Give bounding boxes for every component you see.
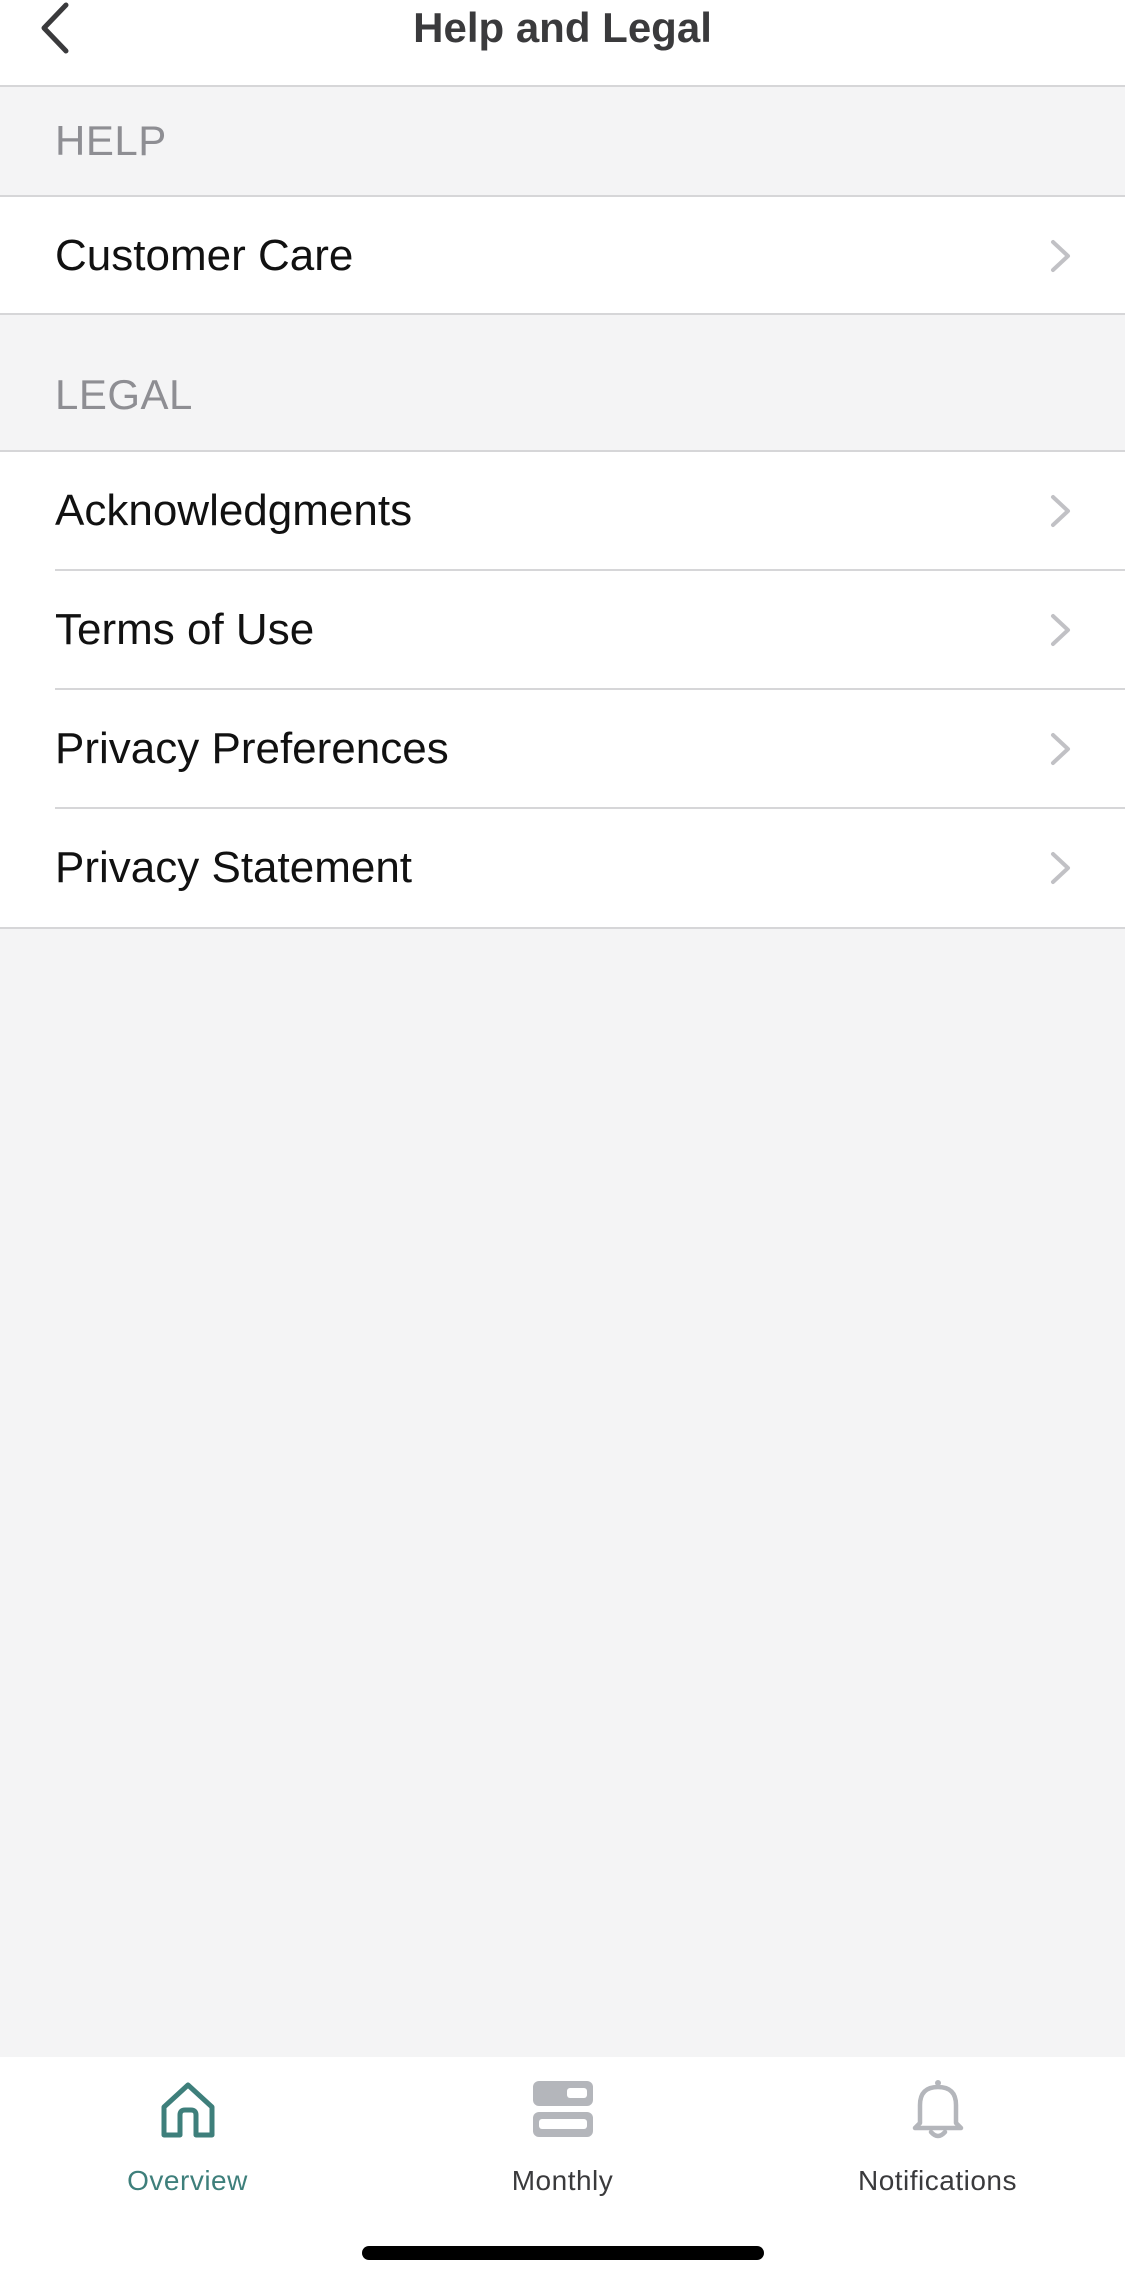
section-title-legal: LEGAL	[55, 371, 193, 418]
list-item-label: Privacy Preferences	[55, 724, 449, 773]
chevron-right-icon	[1051, 495, 1070, 527]
tab-overview[interactable]: Overview	[0, 2057, 375, 2207]
chevron-right-icon	[1051, 240, 1070, 272]
tab-monthly[interactable]: Monthly	[375, 2057, 750, 2207]
chevron-right-icon	[1051, 852, 1070, 884]
section-title-help: HELP	[55, 117, 167, 164]
chevron-right-icon	[1051, 614, 1070, 646]
section-header-help: HELP	[0, 87, 1125, 197]
page-title: Help and Legal	[413, 4, 712, 51]
section-header-legal: LEGAL	[0, 315, 1125, 452]
list-item-customer-care[interactable]: Customer Care	[0, 197, 1125, 315]
list-item-label: Terms of Use	[55, 605, 315, 654]
row-separator	[0, 927, 1125, 929]
home-icon	[161, 2082, 214, 2138]
tab-label: Notifications	[857, 2165, 1017, 2196]
tab-label: Overview	[127, 2165, 248, 2196]
tab-notifications[interactable]: Notifications	[750, 2057, 1125, 2207]
home-indicator	[362, 2246, 764, 2260]
chevron-right-icon	[1051, 733, 1070, 765]
list-item-privacy-preferences[interactable]: Privacy Preferences	[0, 690, 1125, 809]
list-item-privacy-statement[interactable]: Privacy Statement	[0, 809, 1125, 929]
bell-icon	[912, 2080, 963, 2139]
list-item-acknowledgments[interactable]: Acknowledgments	[0, 452, 1125, 571]
list-item-label: Customer Care	[55, 231, 354, 280]
list-item-terms-of-use[interactable]: Terms of Use	[0, 571, 1125, 690]
tab-label: Monthly	[511, 2165, 614, 2196]
list-item-label: Privacy Statement	[55, 843, 413, 892]
navigation-bar: Help and Legal	[0, 0, 1125, 87]
list-item-label: Acknowledgments	[55, 486, 413, 535]
monthly-icon	[532, 2081, 593, 2137]
